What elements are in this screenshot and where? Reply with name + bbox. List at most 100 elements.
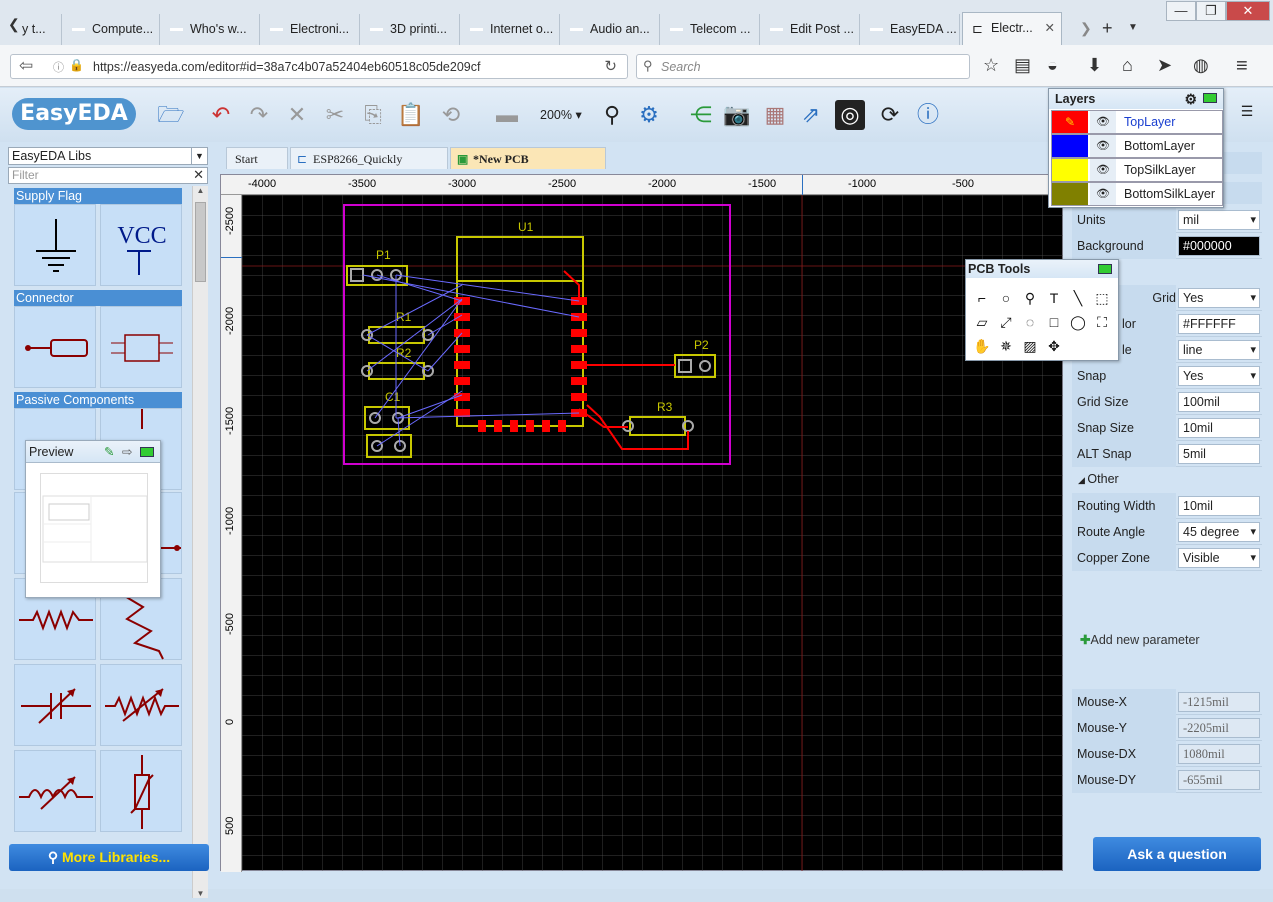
tab-scroll-right-icon[interactable]: ❯ [1080, 20, 1092, 37]
variable-capacitor-symbol[interactable] [14, 664, 96, 746]
preview-window[interactable]: Preview ✎ ⇨ [25, 440, 161, 598]
zoom-select[interactable]: 200% ▾ [540, 107, 582, 122]
edit-pencil-icon[interactable]: ✎ [104, 441, 114, 463]
library-scrollbar[interactable]: ▲ ▼ [192, 186, 208, 898]
address-bar[interactable]: ⇦ ⓘ 🔒 https://easyeda.com/editor#id=38a7… [10, 54, 628, 79]
home-icon[interactable]: ⌂ [1122, 55, 1133, 76]
history-icon[interactable]: ⟳ [875, 100, 905, 130]
minimize-icon[interactable] [1203, 93, 1217, 103]
search-input[interactable]: ⚲ Search [636, 54, 970, 79]
vcc-symbol[interactable]: VCC [100, 204, 182, 286]
pcb-canvas-area[interactable]: -4000 -3500 -3000 -2500 -2000 -1500 -100… [220, 174, 1064, 872]
steam-icon[interactable]: ◎ [835, 100, 865, 130]
text-tool-icon[interactable]: T [1044, 288, 1064, 308]
image-tool-icon[interactable]: ▨ [1020, 336, 1040, 356]
connector-symbol[interactable] [14, 306, 96, 388]
browser-tab[interactable]: y t... [18, 14, 62, 45]
browser-tab[interactable]: EasyEDA ... [862, 14, 960, 45]
camera-icon[interactable]: 📷 [722, 100, 752, 130]
alt-snap-input[interactable]: 5mil [1178, 444, 1260, 464]
undo-icon[interactable]: ↶ [206, 100, 236, 130]
layer-color-swatch[interactable] [1052, 135, 1088, 157]
canvas-origin-icon[interactable]: ✵ [996, 336, 1016, 356]
potentiometer-symbol[interactable] [100, 664, 182, 746]
library-select[interactable]: EasyEDA Libs ▼ [8, 147, 208, 165]
forward-arrow-icon[interactable]: ⇨ [122, 441, 132, 463]
browser-tab[interactable]: Audio an... [562, 14, 660, 45]
layer-color-swatch[interactable] [1052, 183, 1088, 205]
addon-icon[interactable]: ◍ [1193, 55, 1209, 76]
restore-window-icon[interactable]: ❐ [1196, 1, 1226, 21]
new-tab-icon[interactable]: + [1102, 18, 1113, 39]
copy-icon[interactable]: ⎘ [358, 100, 388, 130]
reading-list-icon[interactable]: ▤ [1014, 55, 1031, 76]
add-parameter-button[interactable]: ✚Add new parameter [1080, 632, 1200, 647]
library-filter-input[interactable]: Filter ✕ [8, 167, 208, 184]
via-tool-icon[interactable]: ⚲ [1020, 288, 1040, 308]
bookmark-star-icon[interactable]: ☆ [983, 55, 999, 76]
snap-size-input[interactable]: 10mil [1178, 418, 1260, 438]
settings-gear-icon[interactable]: ⚙ [634, 100, 664, 130]
url-text[interactable]: https://easyeda.com/editor#id=38a7c4b07a… [93, 60, 480, 74]
eye-icon[interactable]: 👁 [1090, 111, 1116, 133]
layers-header[interactable]: Layers ⚙ [1049, 89, 1223, 109]
section-other[interactable]: ◢ Other [1072, 468, 1262, 490]
pencil-icon[interactable]: ✎ [1052, 111, 1088, 133]
share-icon[interactable]: ⋲ [686, 100, 716, 130]
eye-icon[interactable]: 👁 [1090, 135, 1116, 157]
inductor-symbol[interactable] [14, 750, 96, 832]
tab-list-icon[interactable]: ▼ [1128, 22, 1138, 33]
find-components-icon[interactable]: ⚲ [597, 100, 627, 130]
reload-icon[interactable]: ↻ [604, 57, 617, 75]
align-icon[interactable]: ▬ [492, 100, 522, 130]
redo-icon[interactable]: ↷ [244, 100, 274, 130]
browser-tab[interactable]: Electroni... [262, 14, 360, 45]
menu-icon[interactable]: ≡ [1236, 55, 1248, 78]
background-color-input[interactable]: #000000 [1178, 236, 1260, 256]
layer-row-bottom[interactable]: 👁 BottomLayer [1051, 134, 1223, 158]
grid-style-select[interactable]: line [1178, 340, 1260, 360]
settings-gear-icon[interactable]: ⚙ [1184, 89, 1197, 109]
ask-question-button[interactable]: Ask a question [1093, 837, 1261, 871]
help-info-icon[interactable]: ⓘ [913, 100, 943, 130]
close-window-icon[interactable]: ✕ [1226, 1, 1270, 21]
move-tool-icon[interactable]: ✥ [1044, 336, 1064, 356]
browser-tab[interactable]: Edit Post ... [762, 14, 860, 45]
pad-tool-icon[interactable]: ○ [996, 288, 1016, 308]
arc-tool-icon[interactable]: ◌ [1020, 312, 1040, 332]
grid-visible-select[interactable]: Yes [1178, 288, 1260, 308]
bom-icon[interactable]: ▦ [760, 100, 790, 130]
export-icon[interactable]: ⇗ [796, 100, 826, 130]
info-icon[interactable]: ⓘ [53, 59, 64, 75]
doc-tab-new-pcb[interactable]: ▣ *New PCB [450, 147, 606, 169]
layer-row-topsilk[interactable]: 👁 TopSilkLayer [1051, 158, 1223, 182]
circle-tool-icon[interactable]: ◯ [1068, 312, 1088, 332]
doc-tab-esp8266[interactable]: ⊏ESP8266_Quickly Design [290, 147, 448, 188]
rectangle-tool-icon[interactable]: □ [1044, 312, 1064, 332]
route-angle-select[interactable]: 45 degree [1178, 522, 1260, 542]
view-toggle-icon[interactable]: ☰ [1232, 96, 1262, 126]
minimize-window-icon[interactable]: — [1166, 1, 1196, 21]
close-tab-icon[interactable]: ✕ [1045, 13, 1055, 44]
minimize-icon[interactable] [140, 447, 154, 457]
category-supply-flag[interactable]: Supply Flag [14, 188, 182, 204]
copper-zone-select[interactable]: Visible [1178, 548, 1260, 568]
solid-region-tool-icon[interactable]: ⛶ [1092, 312, 1112, 332]
open-file-icon[interactable]: 🗁 [156, 100, 186, 130]
pcb-tools-header[interactable]: PCB Tools [966, 260, 1118, 278]
snap-select[interactable]: Yes [1178, 366, 1260, 386]
browser-tab[interactable]: Compute... [64, 14, 160, 45]
pcb-tools-window[interactable]: PCB Tools ⌐ ○ ⚲ T ╲ ⬚ ▱ ⤢ ◌ □ ◯ ⛶ ✋ ✵ ▨ … [965, 259, 1119, 361]
category-passive-components[interactable]: Passive Components [14, 392, 182, 408]
cut-icon[interactable]: ✂ [320, 100, 350, 130]
browser-tab[interactable]: 3D printi... [362, 14, 460, 45]
pocket-icon[interactable]: ◒ [1047, 55, 1058, 76]
minimize-icon[interactable] [1098, 264, 1112, 274]
header-symbol[interactable] [100, 306, 182, 388]
hole-tool-icon[interactable]: ⤢ [996, 312, 1016, 332]
layer-color-swatch[interactable] [1052, 159, 1088, 181]
rotate-icon[interactable]: ⟲ [436, 100, 466, 130]
eye-icon[interactable]: 👁 [1090, 159, 1116, 181]
line-tool-icon[interactable]: ╲ [1068, 288, 1088, 308]
grid-size-input[interactable]: 100mil [1178, 392, 1260, 412]
